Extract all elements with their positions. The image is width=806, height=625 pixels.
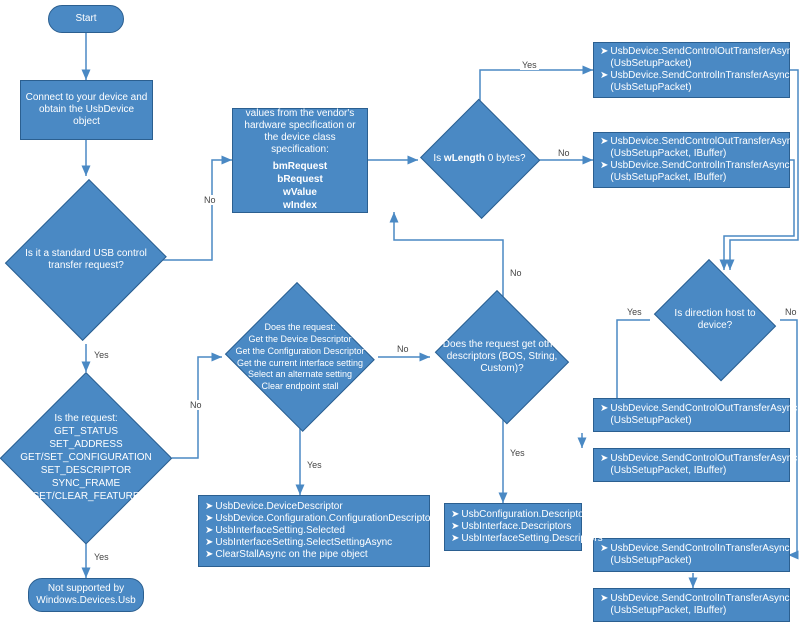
bullet-arrow-icon: ➤ xyxy=(451,521,459,533)
is-wlength-text: Is wLength 0 bytes? xyxy=(418,153,541,165)
is-request-0: GET_STATUS xyxy=(54,426,118,438)
connect-process: Connect to your device and obtain the Us… xyxy=(20,80,153,140)
wlength-no-box: ➤UsbDevice.SendControlOutTransferAsync (… xyxy=(593,132,790,188)
edge-no-wlength: No xyxy=(556,148,572,158)
is-standard-decision: Is it a standard USB control transfer re… xyxy=(8,176,164,344)
wlen-yes-0: UsbDevice.SendControlOutTransferAsync (U… xyxy=(610,46,797,70)
edge-no-direction: No xyxy=(783,307,799,317)
dir-no-a: UsbDevice.SendControlInTransferAsync (Us… xyxy=(610,543,789,567)
bullet-arrow-icon: ➤ xyxy=(600,46,608,58)
does-yes-2: UsbInterfaceSetting.Selected xyxy=(215,525,345,537)
is-request-2: GET/SET_CONFIGURATION xyxy=(20,452,152,464)
wlength-yes-box: ➤UsbDevice.SendControlOutTransferAsync (… xyxy=(593,42,790,98)
is-direction-decision: Is direction host to device? xyxy=(648,265,782,375)
not-supported-text: Not supported by Windows.Devices.Usb xyxy=(33,583,139,607)
does-other-yes-box: ➤UsbConfiguration.Descriptors ➤UsbInterf… xyxy=(444,503,582,551)
other-yes-2: UsbInterfaceSetting.Descriptors xyxy=(461,533,602,545)
does-request-intro: Does the request: xyxy=(264,322,335,333)
direction-yes-a-box: ➤UsbDevice.SendControlOutTransferAsync (… xyxy=(593,398,790,432)
edge-no-isstandard: No xyxy=(202,195,218,205)
bullet-arrow-icon: ➤ xyxy=(451,533,459,545)
setup-field-4: wLength xyxy=(279,213,320,225)
does-request-yes-box: ➤UsbDevice.DeviceDescriptor ➤UsbDevice.C… xyxy=(198,495,430,567)
edge-yes-wlength: Yes xyxy=(520,60,539,70)
is-request-intro: Is the request: xyxy=(54,413,117,425)
setup-field-0: bmRequest xyxy=(273,161,327,173)
setup-pack-intro: Get the USB setup pack values from the v… xyxy=(237,96,363,156)
does-yes-0: UsbDevice.DeviceDescriptor xyxy=(215,501,342,513)
does-request-4: Clear endpoint stall xyxy=(261,381,338,392)
does-request-3: Select an alternate setting xyxy=(248,369,352,380)
dir-yes-a: UsbDevice.SendControlOutTransferAsync (U… xyxy=(610,403,797,427)
is-standard-text: Is it a standard USB control transfer re… xyxy=(8,248,164,272)
setup-field-3: wIndex xyxy=(283,200,317,212)
bullet-arrow-icon: ➤ xyxy=(600,403,608,415)
does-request-decision: Does the request: Get the Device Descrip… xyxy=(222,285,378,429)
does-yes-4: ClearStallAsync on the pipe object xyxy=(215,549,367,561)
edge-yes-isrequest: Yes xyxy=(92,552,111,562)
direction-yes-b-box: ➤UsbDevice.SendControlOutTransferAsync (… xyxy=(593,448,790,482)
dir-yes-b: UsbDevice.SendControlOutTransferAsync (U… xyxy=(610,453,797,477)
is-request-1: SET_ADDRESS xyxy=(49,439,122,451)
bullet-arrow-icon: ➤ xyxy=(451,509,459,521)
direction-no-a-box: ➤UsbDevice.SendControlInTransferAsync (U… xyxy=(593,538,790,572)
is-request-5: SET/CLEAR_FEATURE xyxy=(32,491,139,503)
setup-field-2: wValue xyxy=(283,187,317,199)
is-request-4: SYNC_FRAME xyxy=(52,478,120,490)
does-request-1: Get the Configuration Descriptor xyxy=(235,346,364,357)
not-supported-terminator: Not supported by Windows.Devices.Usb xyxy=(28,578,144,612)
wlen-no-0: UsbDevice.SendControlOutTransferAsync (U… xyxy=(610,136,797,160)
bullet-arrow-icon: ➤ xyxy=(205,537,213,549)
bullet-arrow-icon: ➤ xyxy=(600,453,608,465)
edge-no-isrequest: No xyxy=(188,400,204,410)
bullet-arrow-icon: ➤ xyxy=(205,549,213,561)
setup-pack-process: Get the USB setup pack values from the v… xyxy=(232,108,368,213)
does-request-0: Get the Device Descriptor xyxy=(248,334,351,345)
bullet-arrow-icon: ➤ xyxy=(600,136,608,148)
edge-yes-direction: Yes xyxy=(625,307,644,317)
other-yes-0: UsbConfiguration.Descriptors xyxy=(461,509,592,521)
wlen-no-1: UsbDevice.SendControlInTransferAsync (Us… xyxy=(610,160,789,184)
is-request-decision: Is the request: GET_STATUS SET_ADDRESS G… xyxy=(0,372,172,544)
direction-no-b-box: ➤UsbDevice.SendControlInTransferAsync (U… xyxy=(593,588,790,622)
connect-text: Connect to your device and obtain the Us… xyxy=(25,92,148,128)
edge-no-doesother: No xyxy=(508,268,524,278)
is-request-3: SET_DESCRIPTOR xyxy=(41,465,131,477)
bullet-arrow-icon: ➤ xyxy=(205,501,213,513)
edge-yes-doesother: Yes xyxy=(508,448,527,458)
is-direction-text: Is direction host to device? xyxy=(648,308,782,332)
does-other-decision: Does the request get other descriptors (… xyxy=(430,295,574,419)
bullet-arrow-icon: ➤ xyxy=(205,513,213,525)
does-other-text: Does the request get other descriptors (… xyxy=(430,339,574,375)
wlen-yes-1: UsbDevice.SendControlInTransferAsync (Us… xyxy=(610,70,789,94)
does-yes-1: UsbDevice.Configuration.ConfigurationDes… xyxy=(215,513,433,525)
bullet-arrow-icon: ➤ xyxy=(600,70,608,82)
setup-field-1: bRequest xyxy=(277,174,323,186)
bullet-arrow-icon: ➤ xyxy=(600,593,608,605)
is-wlength-decision: Is wLength 0 bytes? xyxy=(418,100,541,218)
edge-yes-doesrequest: Yes xyxy=(305,460,324,470)
does-request-2: Get the current interface setting xyxy=(237,358,363,369)
start-terminator: Start xyxy=(48,5,124,33)
other-yes-1: UsbInterface.Descriptors xyxy=(461,521,571,533)
bullet-arrow-icon: ➤ xyxy=(205,525,213,537)
does-yes-3: UsbInterfaceSetting.SelectSettingAsync xyxy=(215,537,392,549)
bullet-arrow-icon: ➤ xyxy=(600,160,608,172)
edge-no-doesrequest: No xyxy=(395,344,411,354)
start-label: Start xyxy=(75,13,96,25)
edge-yes-isstandard: Yes xyxy=(92,350,111,360)
dir-no-b: UsbDevice.SendControlInTransferAsync (Us… xyxy=(610,593,789,617)
